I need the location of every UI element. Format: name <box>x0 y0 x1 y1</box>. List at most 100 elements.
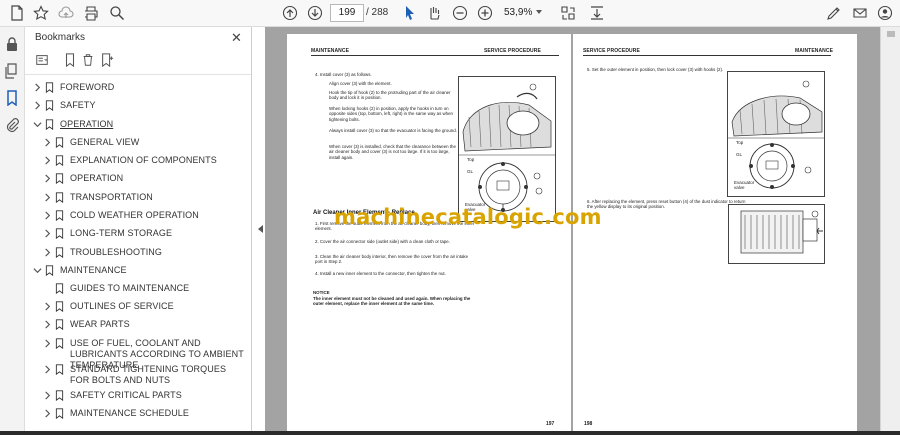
chevron-right-icon[interactable] <box>43 138 52 147</box>
chevron-down-icon[interactable] <box>33 266 42 275</box>
page-number-input[interactable]: 199 <box>330 4 364 22</box>
bookmark-icon <box>55 283 64 295</box>
chevron-right-icon[interactable] <box>43 174 52 183</box>
prev-page-icon[interactable] <box>281 4 299 22</box>
notice-title: NOTICE <box>313 290 330 295</box>
chevron-right-icon[interactable] <box>43 156 52 165</box>
bookmark-item[interactable]: OPERATION <box>33 118 241 134</box>
bookmark-item[interactable]: OPERATION <box>43 172 241 188</box>
bookmark-icon <box>55 301 64 313</box>
bullet-text: Align cover (3) with the element. <box>329 81 392 86</box>
delete-icon[interactable] <box>81 53 97 69</box>
attachment-icon[interactable] <box>4 117 21 134</box>
bookmark-item[interactable]: SAFETY CRITICAL PARTS <box>43 389 241 405</box>
bookmark-item[interactable]: FOREWORD <box>33 81 241 97</box>
bookmark-label: LONG-TERM STORAGE <box>70 228 173 238</box>
step-text: 6. After replacing the element, press re… <box>587 199 746 210</box>
chevron-right-icon[interactable] <box>33 83 42 92</box>
chevron-right-icon[interactable] <box>43 365 52 374</box>
collapse-panel-icon[interactable] <box>258 225 263 233</box>
figure-air-cleaner-cover: Top GL Evacuator valve <box>458 76 556 222</box>
select-cursor-icon[interactable] <box>401 4 419 22</box>
bookmark-item[interactable]: GUIDES TO MAINTENANCE <box>43 282 241 298</box>
figure-label-gl: GL <box>467 169 474 174</box>
chevron-right-icon[interactable] <box>43 302 52 311</box>
zoom-in-icon[interactable] <box>476 4 494 22</box>
print-icon[interactable] <box>82 4 100 22</box>
chevron-right-icon[interactable] <box>43 339 52 348</box>
watermark: machinecatalogic.com <box>334 205 602 229</box>
bookmark-item[interactable]: TRANSPORTATION <box>43 191 241 207</box>
bookmark-item[interactable]: STANDARD TIGHTENING TORQUES FOR BOLTS AN… <box>43 363 241 385</box>
cloud-upload-icon[interactable] <box>57 4 75 22</box>
file-icon[interactable] <box>8 4 26 22</box>
search-icon[interactable] <box>108 4 126 22</box>
sign-icon[interactable] <box>825 4 843 22</box>
fit-page-icon[interactable] <box>559 4 577 22</box>
download-icon[interactable] <box>588 4 606 22</box>
document-view[interactable]: MAINTENANCE SERVICE PROCEDURE 4. Install… <box>265 27 880 435</box>
chevron-right-icon[interactable] <box>43 229 52 238</box>
bookmark-item[interactable]: MAINTENANCE <box>33 264 241 280</box>
navigation-rail <box>0 27 25 435</box>
chevron-right-icon[interactable] <box>43 409 52 418</box>
user-icon[interactable] <box>876 4 894 22</box>
bookmark-item[interactable]: COLD WEATHER OPERATION <box>43 209 241 225</box>
new-bookmark-icon[interactable] <box>63 53 79 69</box>
bookmark-item[interactable]: OUTLINES OF SERVICE <box>43 300 241 316</box>
options-menu-icon[interactable] <box>35 53 51 69</box>
hand-tool-icon[interactable] <box>425 4 443 22</box>
document-scrollbar[interactable] <box>880 27 900 435</box>
bookmark-item[interactable]: GENERAL VIEW <box>43 136 241 152</box>
step-text: 2. Cover the air connector side (outlet … <box>315 239 450 244</box>
chevron-down-icon[interactable] <box>33 120 42 129</box>
mail-icon[interactable] <box>851 4 869 22</box>
chevron-right-icon[interactable] <box>33 101 42 110</box>
bookmark-icon <box>55 390 64 402</box>
bookmark-item[interactable]: USE OF FUEL, COOLANT AND LUBRICANTS ACCO… <box>43 337 244 370</box>
pages-icon[interactable] <box>4 63 21 80</box>
bullet-text: When locking hooks (2) in position, appl… <box>329 106 453 122</box>
next-page-icon[interactable] <box>306 4 324 22</box>
scroll-thumb[interactable] <box>887 31 895 37</box>
bookmark-label: SAFETY <box>60 100 96 110</box>
star-icon[interactable] <box>32 4 50 22</box>
page-header-right: MAINTENANCE <box>795 48 834 54</box>
chevron-right-icon[interactable] <box>43 391 52 400</box>
bookmark-label: STANDARD TIGHTENING TORQUES FOR BOLTS AN… <box>70 364 227 385</box>
bookmark-icon[interactable] <box>4 90 21 107</box>
chevron-down-icon[interactable] <box>536 10 542 14</box>
figure-outer-element: Top GL Evacuator valve <box>727 71 825 197</box>
bookmark-item[interactable]: TROUBLESHOOTING <box>43 246 241 262</box>
bullet-text: Always install cover (3) so that the eva… <box>329 128 457 133</box>
bookmark-label: TROUBLESHOOTING <box>70 247 163 257</box>
bookmark-toolbar <box>25 51 251 73</box>
bookmark-label: TRANSPORTATION <box>70 192 153 202</box>
figure-label-gl: GL <box>736 152 743 157</box>
bookmark-item[interactable]: EXPLANATION OF COMPONENTS <box>43 154 241 170</box>
taskbar-edge <box>0 431 900 435</box>
bookmark-item[interactable]: SAFETY <box>33 99 241 115</box>
lock-icon[interactable] <box>4 36 21 53</box>
chevron-right-icon[interactable] <box>43 320 52 329</box>
bookmark-item[interactable]: WEAR PARTS <box>43 318 241 334</box>
close-icon[interactable]: ✕ <box>231 31 242 44</box>
bookmark-item[interactable]: MAINTENANCE SCHEDULE <box>43 407 241 423</box>
expand-bookmark-icon[interactable] <box>100 53 116 69</box>
chevron-right-icon[interactable] <box>43 284 52 293</box>
chevron-right-icon[interactable] <box>43 193 52 202</box>
bookmark-label: GUIDES TO MAINTENANCE <box>70 283 190 293</box>
page-header-left: SERVICE PROCEDURE <box>583 48 640 54</box>
page-right: SERVICE PROCEDURE MAINTENANCE 5. Set the… <box>573 34 857 435</box>
chevron-right-icon[interactable] <box>43 211 52 220</box>
zoom-out-icon[interactable] <box>451 4 469 22</box>
bookmark-label: MAINTENANCE SCHEDULE <box>70 408 190 418</box>
bookmark-item[interactable]: LONG-TERM STORAGE <box>43 227 241 243</box>
chevron-right-icon[interactable] <box>43 248 52 257</box>
bookmark-icon <box>55 319 64 331</box>
bookmark-icon <box>55 210 64 222</box>
page-number: 198 <box>584 421 593 427</box>
bookmark-label: MAINTENANCE <box>60 265 127 275</box>
pdf-viewer: 199 / 288 53,9% Bookmarks ✕ FOREWORD SAF… <box>0 0 900 435</box>
step-text: 4. Install a new inner element to the co… <box>315 271 446 276</box>
